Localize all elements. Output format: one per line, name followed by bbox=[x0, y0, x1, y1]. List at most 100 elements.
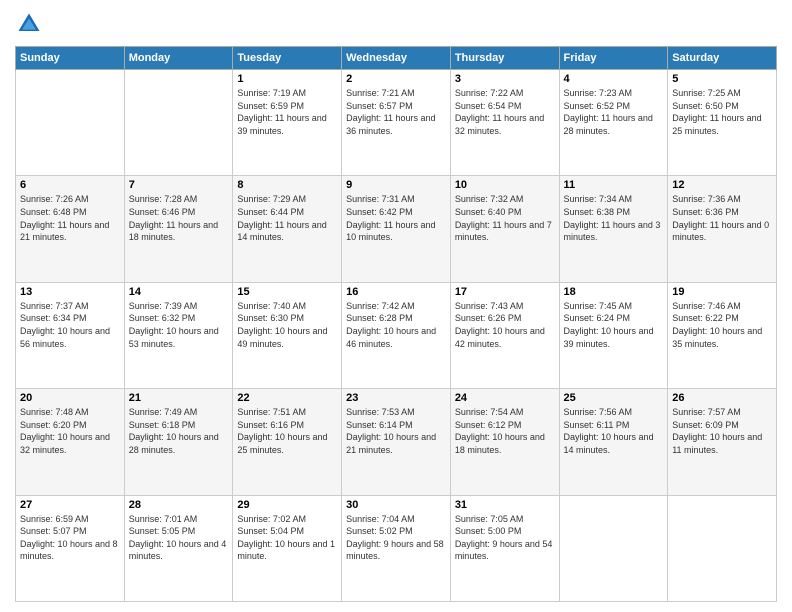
day-number: 12 bbox=[672, 179, 772, 191]
calendar-cell: 7 Sunrise: 7:28 AMSunset: 6:46 PMDaylight… bbox=[124, 176, 233, 282]
calendar-week-4: 27 Sunrise: 6:59 AMSunset: 5:07 PMDayligh… bbox=[16, 495, 777, 601]
day-number: 30 bbox=[346, 499, 446, 511]
calendar-cell: 28 Sunrise: 7:01 AMSunset: 5:05 PMDayligh… bbox=[124, 495, 233, 601]
day-number: 25 bbox=[564, 392, 664, 404]
day-info: Sunrise: 7:02 AMSunset: 5:04 PMDaylight:… bbox=[237, 513, 337, 563]
day-number: 23 bbox=[346, 392, 446, 404]
calendar-cell: 30 Sunrise: 7:04 AMSunset: 5:02 PMDayligh… bbox=[342, 495, 451, 601]
calendar-cell: 22 Sunrise: 7:51 AMSunset: 6:16 PMDayligh… bbox=[233, 389, 342, 495]
day-number: 14 bbox=[129, 286, 229, 298]
calendar-week-0: 1Sunrise: 7:19 AMSunset: 6:59 PMDaylight… bbox=[16, 70, 777, 176]
calendar-cell: 31 Sunrise: 7:05 AMSunset: 5:00 PMDayligh… bbox=[450, 495, 559, 601]
calendar-cell: 13 Sunrise: 7:37 AMSunset: 6:34 PMDayligh… bbox=[16, 282, 125, 388]
day-number: 6 bbox=[20, 179, 120, 191]
calendar-cell: 11 Sunrise: 7:34 AMSunset: 6:38 PMDayligh… bbox=[559, 176, 668, 282]
day-number: 13 bbox=[20, 286, 120, 298]
calendar-cell: 3Sunrise: 7:22 AMSunset: 6:54 PMDaylight… bbox=[450, 70, 559, 176]
day-number: 16 bbox=[346, 286, 446, 298]
day-info: Sunrise: 7:39 AMSunset: 6:32 PMDaylight:… bbox=[129, 300, 229, 350]
day-number: 22 bbox=[237, 392, 337, 404]
day-info: Sunrise: 7:32 AMSunset: 6:40 PMDaylight:… bbox=[455, 193, 555, 243]
calendar-cell: 15 Sunrise: 7:40 AMSunset: 6:30 PMDayligh… bbox=[233, 282, 342, 388]
day-info: Sunrise: 7:36 AMSunset: 6:36 PMDaylight:… bbox=[672, 193, 772, 243]
day-number: 15 bbox=[237, 286, 337, 298]
day-number: 27 bbox=[20, 499, 120, 511]
calendar-cell: 14 Sunrise: 7:39 AMSunset: 6:32 PMDayligh… bbox=[124, 282, 233, 388]
calendar-cell: 2 Sunrise: 7:21 AMSunset: 6:57 PMDaylight… bbox=[342, 70, 451, 176]
calendar-cell: 18 Sunrise: 7:45 AMSunset: 6:24 PMDayligh… bbox=[559, 282, 668, 388]
day-number: 7 bbox=[129, 179, 229, 191]
day-number: 18 bbox=[564, 286, 664, 298]
calendar-cell bbox=[559, 495, 668, 601]
calendar: SundayMondayTuesdayWednesdayThursdayFrid… bbox=[15, 46, 777, 602]
calendar-cell: 6 Sunrise: 7:26 AMSunset: 6:48 PMDaylight… bbox=[16, 176, 125, 282]
day-info: Sunrise: 7:45 AMSunset: 6:24 PMDaylight:… bbox=[564, 300, 664, 350]
day-info: Sunrise: 7:05 AMSunset: 5:00 PMDaylight:… bbox=[455, 513, 555, 563]
day-info: Sunrise: 7:42 AMSunset: 6:28 PMDaylight:… bbox=[346, 300, 446, 350]
weekday-header-thursday: Thursday bbox=[450, 47, 559, 70]
day-info: Sunrise: 7:56 AMSunset: 6:11 PMDaylight:… bbox=[564, 406, 664, 456]
day-info: Sunrise: 7:57 AMSunset: 6:09 PMDaylight:… bbox=[672, 406, 772, 456]
day-info: Sunrise: 7:04 AMSunset: 5:02 PMDaylight:… bbox=[346, 513, 446, 563]
day-number: 1 bbox=[237, 73, 337, 85]
calendar-cell: 17 Sunrise: 7:43 AMSunset: 6:26 PMDayligh… bbox=[450, 282, 559, 388]
calendar-cell bbox=[16, 70, 125, 176]
calendar-cell: 25 Sunrise: 7:56 AMSunset: 6:11 PMDayligh… bbox=[559, 389, 668, 495]
day-number: 11 bbox=[564, 179, 664, 191]
calendar-week-1: 6 Sunrise: 7:26 AMSunset: 6:48 PMDaylight… bbox=[16, 176, 777, 282]
day-info: Sunrise: 7:22 AMSunset: 6:54 PMDaylight:… bbox=[455, 87, 555, 137]
calendar-cell: 24 Sunrise: 7:54 AMSunset: 6:12 PMDayligh… bbox=[450, 389, 559, 495]
calendar-cell: 12 Sunrise: 7:36 AMSunset: 6:36 PMDayligh… bbox=[668, 176, 777, 282]
day-info: Sunrise: 7:34 AMSunset: 6:38 PMDaylight:… bbox=[564, 193, 664, 243]
calendar-cell: 9 Sunrise: 7:31 AMSunset: 6:42 PMDaylight… bbox=[342, 176, 451, 282]
day-number: 17 bbox=[455, 286, 555, 298]
day-info: Sunrise: 7:48 AMSunset: 6:20 PMDaylight:… bbox=[20, 406, 120, 456]
day-number: 26 bbox=[672, 392, 772, 404]
day-number: 29 bbox=[237, 499, 337, 511]
logo bbox=[15, 10, 47, 38]
day-info: Sunrise: 7:43 AMSunset: 6:26 PMDaylight:… bbox=[455, 300, 555, 350]
day-info: Sunrise: 6:59 AMSunset: 5:07 PMDaylight:… bbox=[20, 513, 120, 563]
header bbox=[15, 10, 777, 38]
weekday-header-sunday: Sunday bbox=[16, 47, 125, 70]
day-number: 21 bbox=[129, 392, 229, 404]
calendar-cell: 5Sunrise: 7:25 AMSunset: 6:50 PMDaylight… bbox=[668, 70, 777, 176]
day-info: Sunrise: 7:28 AMSunset: 6:46 PMDaylight:… bbox=[129, 193, 229, 243]
day-info: Sunrise: 7:51 AMSunset: 6:16 PMDaylight:… bbox=[237, 406, 337, 456]
weekday-header-wednesday: Wednesday bbox=[342, 47, 451, 70]
day-number: 9 bbox=[346, 179, 446, 191]
calendar-cell: 23Sunrise: 7:53 AMSunset: 6:14 PMDayligh… bbox=[342, 389, 451, 495]
day-info: Sunrise: 7:31 AMSunset: 6:42 PMDaylight:… bbox=[346, 193, 446, 243]
calendar-cell: 1Sunrise: 7:19 AMSunset: 6:59 PMDaylight… bbox=[233, 70, 342, 176]
calendar-cell: 19Sunrise: 7:46 AMSunset: 6:22 PMDayligh… bbox=[668, 282, 777, 388]
page: SundayMondayTuesdayWednesdayThursdayFrid… bbox=[0, 0, 792, 612]
calendar-cell: 21Sunrise: 7:49 AMSunset: 6:18 PMDayligh… bbox=[124, 389, 233, 495]
day-number: 19 bbox=[672, 286, 772, 298]
calendar-cell: 16 Sunrise: 7:42 AMSunset: 6:28 PMDayligh… bbox=[342, 282, 451, 388]
calendar-cell bbox=[124, 70, 233, 176]
day-info: Sunrise: 7:37 AMSunset: 6:34 PMDaylight:… bbox=[20, 300, 120, 350]
day-info: Sunrise: 7:54 AMSunset: 6:12 PMDaylight:… bbox=[455, 406, 555, 456]
day-number: 2 bbox=[346, 73, 446, 85]
day-info: Sunrise: 7:29 AMSunset: 6:44 PMDaylight:… bbox=[237, 193, 337, 243]
day-info: Sunrise: 7:21 AMSunset: 6:57 PMDaylight:… bbox=[346, 87, 446, 137]
calendar-cell: 29 Sunrise: 7:02 AMSunset: 5:04 PMDayligh… bbox=[233, 495, 342, 601]
calendar-cell: 4Sunrise: 7:23 AMSunset: 6:52 PMDaylight… bbox=[559, 70, 668, 176]
day-number: 10 bbox=[455, 179, 555, 191]
day-number: 28 bbox=[129, 499, 229, 511]
day-number: 31 bbox=[455, 499, 555, 511]
day-number: 24 bbox=[455, 392, 555, 404]
calendar-week-2: 13 Sunrise: 7:37 AMSunset: 6:34 PMDayligh… bbox=[16, 282, 777, 388]
calendar-cell: 20 Sunrise: 7:48 AMSunset: 6:20 PMDayligh… bbox=[16, 389, 125, 495]
calendar-cell: 10 Sunrise: 7:32 AMSunset: 6:40 PMDayligh… bbox=[450, 176, 559, 282]
day-info: Sunrise: 7:23 AMSunset: 6:52 PMDaylight:… bbox=[564, 87, 664, 137]
day-info: Sunrise: 7:40 AMSunset: 6:30 PMDaylight:… bbox=[237, 300, 337, 350]
day-info: Sunrise: 7:01 AMSunset: 5:05 PMDaylight:… bbox=[129, 513, 229, 563]
day-info: Sunrise: 7:26 AMSunset: 6:48 PMDaylight:… bbox=[20, 193, 120, 243]
weekday-header-tuesday: Tuesday bbox=[233, 47, 342, 70]
day-info: Sunrise: 7:25 AMSunset: 6:50 PMDaylight:… bbox=[672, 87, 772, 137]
day-number: 20 bbox=[20, 392, 120, 404]
logo-icon bbox=[15, 10, 43, 38]
calendar-cell bbox=[668, 495, 777, 601]
calendar-cell: 27 Sunrise: 6:59 AMSunset: 5:07 PMDayligh… bbox=[16, 495, 125, 601]
